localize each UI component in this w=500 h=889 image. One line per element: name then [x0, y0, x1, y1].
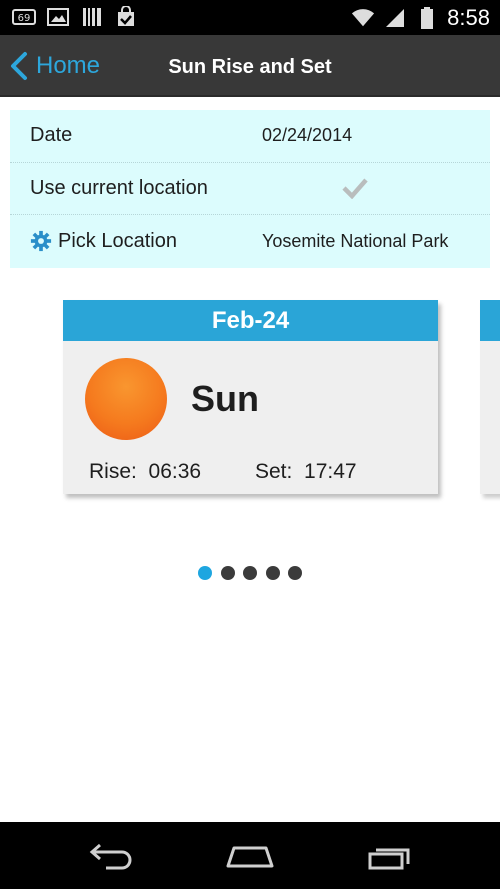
date-label: Date	[30, 124, 73, 147]
nav-home-button[interactable]	[220, 840, 280, 874]
page-dot[interactable]	[265, 566, 280, 580]
date-row[interactable]: Date 02/24/2014	[10, 110, 490, 163]
gear-icon	[30, 231, 52, 252]
nav-back-button[interactable]	[80, 840, 140, 874]
nav-recents-button[interactable]	[360, 840, 420, 874]
page-title: Sun Rise and Set	[168, 56, 332, 78]
rise-time: 06:36	[148, 460, 202, 483]
image-icon	[46, 6, 70, 28]
sun-card[interactable]: Feb-24 Sun Rise: 06:36 Set: 17:47	[63, 300, 438, 494]
set-time-group: Set: 17:47	[255, 460, 357, 484]
home-icon	[226, 846, 274, 868]
pick-location-value[interactable]: Yosemite National Park	[262, 231, 448, 252]
signal-icon	[383, 7, 407, 29]
battery-icon	[415, 7, 439, 29]
barcode-icon	[80, 6, 104, 28]
status-bar: 69 8:58	[0, 0, 500, 35]
page-dot[interactable]	[288, 566, 302, 580]
page-dot[interactable]	[220, 566, 235, 580]
recent-apps-icon	[368, 848, 410, 870]
status-time: 8:58	[447, 5, 490, 30]
page-dot[interactable]	[243, 566, 257, 580]
shopping-bag-icon	[114, 6, 138, 28]
notification-count-icon: 69	[12, 6, 36, 28]
card-date: Feb-24	[63, 300, 438, 341]
next-card-peek[interactable]	[480, 300, 500, 494]
next-card-header	[480, 300, 500, 341]
set-time: 17:47	[304, 460, 357, 483]
page-dot[interactable]	[198, 566, 212, 580]
pick-location-label: Pick Location	[58, 229, 177, 252]
back-arrow-icon	[89, 843, 132, 870]
notification-icons: 69	[12, 6, 138, 28]
action-bar: Home Sun Rise and Set	[0, 35, 500, 97]
card-body-name: Sun	[191, 378, 259, 419]
rise-time-group: Rise: 06:36	[89, 460, 201, 484]
date-value[interactable]: 02/24/2014	[262, 125, 352, 146]
navigation-bar	[0, 822, 500, 889]
checkmark-icon[interactable]	[342, 177, 368, 199]
system-icons: 8:58	[351, 5, 490, 31]
pick-location-row[interactable]: Pick Location Yosemite National Park	[10, 215, 490, 268]
rise-label: Rise:	[89, 460, 137, 483]
pick-location-label-group: Pick Location	[30, 230, 177, 253]
page-indicator	[198, 566, 302, 580]
use-current-location-row[interactable]: Use current location	[10, 163, 490, 216]
notification-badge: 69	[18, 13, 31, 24]
set-label: Set:	[255, 460, 293, 483]
wifi-icon	[351, 7, 375, 29]
settings-panel: Date 02/24/2014 Use current location Pic…	[10, 110, 490, 268]
sun-icon	[85, 358, 167, 440]
use-current-location-label: Use current location	[30, 176, 208, 199]
